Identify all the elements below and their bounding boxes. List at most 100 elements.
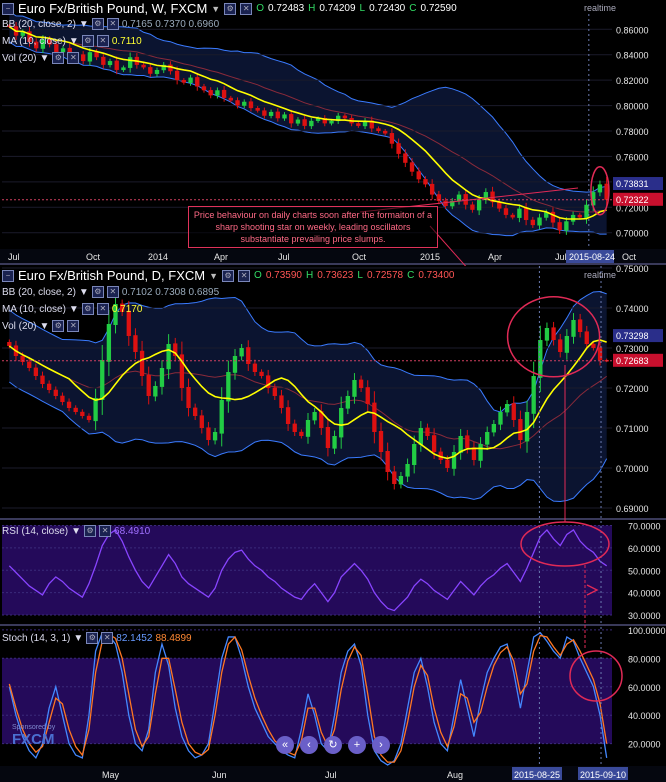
close-icon[interactable]: ✕ — [240, 2, 253, 15]
chevron-down-icon[interactable]: ▼ — [79, 287, 89, 298]
chevron-down-icon[interactable]: ▼ — [39, 321, 49, 332]
close-icon[interactable]: ✕ — [67, 52, 80, 64]
weekly-title[interactable]: Euro Fx/British Pound, W, FXCM — [18, 1, 207, 16]
sponsor-label: Sponsored by — [12, 724, 56, 731]
close-icon[interactable]: ✕ — [238, 269, 251, 282]
candle-body — [517, 208, 522, 218]
candle-body — [133, 335, 138, 352]
candle-body — [40, 375, 45, 384]
scroll-start-button[interactable]: « — [276, 736, 294, 754]
candle-body — [242, 101, 247, 106]
candle-body — [268, 111, 274, 116]
chart-canvas: 0.86000 0.84000 0.82000 0.80000 0.78000 0.760… — [0, 0, 666, 782]
vol-label[interactable]: Vol (20) — [2, 53, 36, 64]
x-tick-label: 2014 — [148, 252, 168, 262]
x-tick-label: Aug — [447, 770, 463, 780]
daily-title[interactable]: Euro Fx/British Pound, D, FXCM — [18, 268, 205, 283]
chevron-down-icon[interactable]: ▼ — [79, 19, 89, 30]
settings-icon[interactable]: ⚙ — [81, 303, 94, 315]
candle-body — [591, 343, 596, 348]
candle-body — [409, 162, 415, 172]
chevron-down-icon[interactable]: ▼ — [69, 36, 79, 47]
candle-body — [141, 64, 146, 68]
y-tick-label: 0.78000 — [616, 127, 649, 137]
candle-body — [342, 115, 348, 119]
candle-body — [389, 133, 395, 144]
settings-icon[interactable]: ⚙ — [91, 286, 104, 298]
chevron-down-icon[interactable]: ▼ — [211, 4, 220, 14]
bb-label[interactable]: BB (20, close, 2) — [2, 287, 76, 298]
close-icon[interactable]: ✕ — [106, 286, 119, 298]
bb-label[interactable]: BB (20, close, 2) — [2, 19, 76, 30]
candle-body — [544, 328, 550, 341]
candle-body — [166, 344, 171, 370]
ma-value: 0.7110 — [111, 35, 142, 47]
candle-body — [46, 383, 52, 390]
settings-icon[interactable]: ⚙ — [222, 269, 235, 282]
candle-body — [215, 90, 220, 96]
close-value: 0.72590 — [420, 3, 457, 14]
stoch-label[interactable]: Stoch (14, 3, 1) — [2, 633, 70, 644]
candle-body — [279, 395, 284, 408]
date-tag-label: 2015-08-24 — [569, 252, 615, 262]
candle-body — [403, 153, 408, 163]
candle-body — [491, 424, 497, 433]
chevron-down-icon[interactable]: ▼ — [39, 53, 49, 64]
candle-body — [558, 339, 563, 352]
candle-body — [154, 69, 160, 74]
close-icon[interactable]: ✕ — [106, 18, 119, 30]
rsi-label[interactable]: RSI (14, close) — [2, 526, 68, 537]
candle-body — [262, 110, 267, 116]
x-tick-label: Apr — [488, 252, 502, 262]
close-icon[interactable]: ✕ — [99, 525, 112, 537]
candle-body — [325, 427, 331, 448]
scroll-left-button[interactable]: ‹ — [300, 736, 318, 754]
ma-label[interactable]: MA (10, close) — [2, 36, 66, 47]
collapse-icon[interactable]: − — [2, 269, 14, 282]
price-tag-label: 0.72683 — [616, 356, 649, 366]
scroll-right-button[interactable]: › — [372, 736, 390, 754]
settings-icon[interactable]: ⚙ — [84, 525, 97, 537]
ma-value: 0.7170 — [111, 303, 143, 315]
settings-icon[interactable]: ⚙ — [91, 18, 104, 30]
candle-body — [339, 408, 344, 438]
candle-body — [193, 407, 198, 416]
vol-label[interactable]: Vol (20) — [2, 321, 36, 332]
candle-body — [538, 340, 543, 378]
candle-body — [358, 379, 364, 388]
candle-body — [101, 56, 106, 65]
high-label: H — [305, 270, 314, 281]
ma-label[interactable]: MA (10, close) — [2, 304, 66, 315]
daily-ma-legend: MA (10, close) ▼ ⚙ ✕ 0.7170 — [2, 303, 142, 315]
close-label: C — [407, 270, 415, 281]
candle-body — [584, 331, 589, 344]
chevron-down-icon[interactable]: ▼ — [73, 633, 83, 644]
chevron-down-icon[interactable]: ▼ — [69, 304, 79, 315]
settings-icon[interactable]: ⚙ — [224, 2, 237, 15]
close-icon[interactable]: ✕ — [96, 35, 109, 47]
chevron-down-icon[interactable]: ▼ — [71, 526, 81, 537]
close-icon[interactable]: ✕ — [96, 303, 109, 315]
close-icon[interactable]: ✕ — [67, 320, 80, 332]
settings-icon[interactable]: ⚙ — [52, 320, 65, 332]
candle-body — [248, 101, 254, 109]
settings-icon[interactable]: ⚙ — [86, 632, 99, 644]
candle-body — [378, 431, 384, 452]
reset-button[interactable]: ↻ — [324, 736, 342, 754]
date-tag-label: 2015-09-10 — [580, 770, 626, 780]
candle-body — [275, 111, 280, 119]
y-tick-label: 20.0000 — [628, 740, 661, 750]
candle-body — [523, 208, 529, 221]
candle-body — [186, 387, 191, 408]
chevron-down-icon[interactable]: ▼ — [209, 271, 218, 281]
candle-body — [153, 386, 158, 397]
settings-icon[interactable]: ⚙ — [52, 52, 65, 64]
candle-body — [445, 459, 450, 468]
weekly-bb-legend: BB (20, close, 2) ▼ ⚙ ✕ 0.7165 0.7370 0.… — [2, 18, 219, 30]
zoom-in-button[interactable]: + — [348, 736, 366, 754]
collapse-icon[interactable]: − — [2, 2, 14, 15]
chart-controls: « ‹ ↻ + › — [276, 736, 390, 754]
settings-icon[interactable]: ⚙ — [81, 35, 94, 47]
candle-body — [412, 444, 417, 465]
close-icon[interactable]: ✕ — [101, 632, 114, 644]
